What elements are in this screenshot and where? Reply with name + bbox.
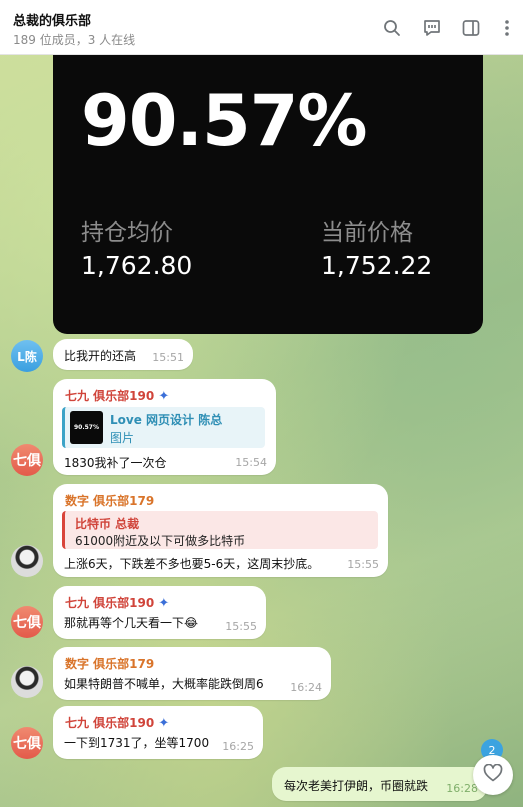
- message-time: 15:51: [152, 351, 184, 364]
- reactions-button[interactable]: [473, 755, 513, 795]
- sender-name[interactable]: 数字 俱乐部179: [65, 655, 154, 672]
- message-bubble[interactable]: 比我开的还高 15:51: [53, 339, 193, 370]
- avatar[interactable]: 七俱: [11, 606, 43, 638]
- profit-percent: 90.57%: [81, 80, 368, 162]
- message-bubble[interactable]: 数字 俱乐部179 比特币 总裁 61000附近及以下可做多比特币 上涨6天，下…: [53, 484, 388, 577]
- message-bubble[interactable]: 七九 俱乐部190 ✦ 一下到1731了，坐等1700 16:25: [53, 706, 263, 759]
- reply-quote[interactable]: 90.57% Love 网页设计 陈总 图片: [62, 407, 265, 448]
- sender-name[interactable]: 七九 俱乐部190: [65, 716, 154, 730]
- avatar[interactable]: 七俱: [11, 727, 43, 759]
- reply-thumbnail: 90.57%: [70, 411, 103, 444]
- message-time: 16:24: [290, 681, 322, 694]
- reply-title: 比特币 总裁: [75, 517, 140, 531]
- star-badge-icon: ✦: [158, 596, 170, 611]
- reply-text: 图片: [110, 431, 135, 445]
- message-time: 16:25: [222, 740, 254, 753]
- message-text: 每次老美打伊朗，币圈就跌: [284, 779, 429, 793]
- message-time: 15:55: [347, 558, 379, 571]
- message-bubble[interactable]: 七九 俱乐部190 ✦ 90.57% Love 网页设计 陈总 图片 1830我…: [53, 379, 276, 475]
- message-time: 15:54: [235, 456, 267, 469]
- sender-name[interactable]: 数字 俱乐部179: [65, 492, 154, 509]
- avg-price-label: 持仓均价: [81, 220, 173, 246]
- sidebar-icon[interactable]: [460, 17, 482, 39]
- avatar[interactable]: 七俱: [11, 444, 43, 476]
- message-time: 16:28: [446, 782, 478, 795]
- current-price-value: 1,752.22: [321, 251, 433, 280]
- sender-name[interactable]: 七九 俱乐部190: [65, 389, 154, 403]
- star-badge-icon: ✦: [158, 716, 170, 731]
- avatar[interactable]: [11, 545, 43, 577]
- sender-name[interactable]: 七九 俱乐部190: [65, 596, 154, 610]
- current-price-label: 当前价格: [321, 220, 413, 246]
- reply-text: 61000附近及以下可做多比特币: [75, 534, 246, 548]
- message-time: 15:55: [225, 620, 257, 633]
- message-text: 那就再等个几天看一下😂: [64, 616, 199, 630]
- reply-quote[interactable]: 比特币 总裁 61000附近及以下可做多比特币: [62, 511, 378, 549]
- avatar[interactable]: [11, 666, 43, 698]
- outgoing-message-bubble[interactable]: 每次老美打伊朗，币圈就跌 16:28: [272, 767, 487, 801]
- reply-title: Love 网页设计 陈总: [110, 413, 223, 427]
- avg-price-value: 1,762.80: [81, 251, 193, 280]
- member-count: 189 位成员，3 人在线: [13, 33, 136, 47]
- photo-message[interactable]: 90.57% 持仓均价 1,762.80 当前价格 1,752.22: [53, 55, 483, 334]
- more-icon[interactable]: [496, 17, 518, 39]
- message-bubble[interactable]: 数字 俱乐部179 如果特朗普不喊单，大概率能跌倒周6 16:24: [53, 647, 331, 700]
- avatar[interactable]: L陈: [11, 340, 43, 372]
- message-text: 如果特朗普不喊单，大概率能跌倒周6: [64, 677, 264, 691]
- message-text: 一下到1731了，坐等1700: [64, 736, 210, 750]
- chat-header: 总裁的俱乐部 189 位成员，3 人在线: [0, 0, 523, 55]
- chat-icon[interactable]: [421, 17, 443, 39]
- message-bubble[interactable]: 七九 俱乐部190 ✦ 那就再等个几天看一下😂 15:55: [53, 586, 266, 639]
- message-text: 1830我补了一次仓: [64, 456, 167, 470]
- chat-title[interactable]: 总裁的俱乐部: [13, 10, 91, 29]
- heart-icon: [483, 763, 503, 786]
- chat-history[interactable]: 90.57% 持仓均价 1,762.80 当前价格 1,752.22 L陈 比我…: [0, 55, 523, 807]
- search-icon[interactable]: [381, 17, 403, 39]
- message-text: 比我开的还高: [64, 349, 137, 363]
- message-text: 上涨6天，下跌差不多也要5-6天，这周末抄底。: [64, 557, 320, 571]
- star-badge-icon: ✦: [158, 389, 170, 404]
